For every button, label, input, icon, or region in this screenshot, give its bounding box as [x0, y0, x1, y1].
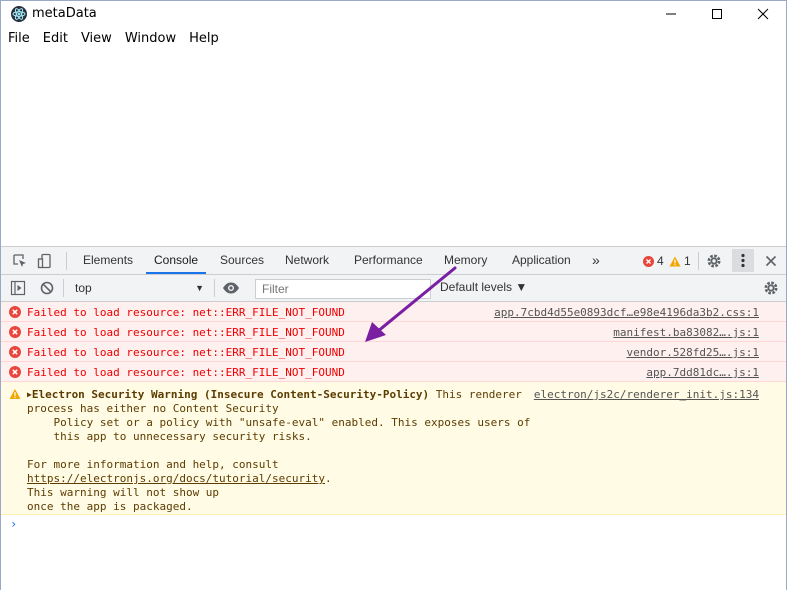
console-error-row: Failed to load resource: net::ERR_FILE_N…: [1, 322, 786, 342]
minimize-icon: [666, 13, 676, 15]
inspect-element-icon[interactable]: [12, 253, 28, 269]
warning-text-line: This warning will not show up: [27, 486, 220, 499]
console-error-row: Failed to load resource: net::ERR_FILE_N…: [1, 302, 786, 322]
devtools-panel: Elements Console Sources Network Perform…: [1, 246, 786, 590]
maximize-button[interactable]: [694, 1, 740, 27]
console-settings-gear-icon[interactable]: [763, 280, 779, 296]
warning-heading-tail: This renderer: [429, 388, 522, 401]
settings-gear-icon[interactable]: [706, 253, 722, 269]
error-source-link[interactable]: app.7cbd4d55e0893dcf…e98e4196da3b2.css:1: [494, 306, 759, 319]
console-prompt-icon: ›: [10, 517, 18, 531]
error-source-link[interactable]: app.7dd81dc….js:1: [646, 366, 759, 379]
error-count-badge[interactable]: 4: [643, 254, 664, 268]
warning-text-line: process has either no Content Security: [27, 402, 279, 415]
filter-input[interactable]: [255, 279, 431, 299]
context-value: top: [75, 281, 92, 295]
tab-console[interactable]: Console: [146, 247, 207, 274]
warning-count-badge[interactable]: 1: [669, 254, 691, 268]
warning-link-tail: .: [325, 472, 332, 485]
log-levels-dropdown[interactable]: Default levels ▼: [440, 280, 527, 294]
menu-edit[interactable]: Edit: [36, 29, 74, 49]
tab-performance[interactable]: Performance: [354, 247, 423, 274]
tab-memory[interactable]: Memory: [444, 247, 487, 274]
warning-heading[interactable]: ▶Electron Security Warning (Insecure Con…: [27, 388, 522, 401]
warning-text-line: once the app is packaged.: [27, 500, 193, 513]
clear-console-icon[interactable]: [39, 280, 55, 296]
warning-icon: [669, 256, 681, 266]
error-source-link[interactable]: vendor.528fd25….js:1: [627, 346, 759, 359]
device-toolbar-icon[interactable]: [37, 253, 53, 269]
window-title: metaData: [32, 6, 97, 21]
toolbar-separator: [698, 252, 699, 270]
warning-link-line: https://electronjs.org/docs/tutorial/sec…: [27, 472, 332, 485]
close-icon: [757, 8, 769, 20]
show-sidebar-icon[interactable]: [10, 280, 26, 296]
console-warning-row: ▶Electron Security Warning (Insecure Con…: [1, 382, 786, 515]
electron-app-icon: [11, 6, 27, 22]
warning-text-line: For more information and help, consult: [27, 458, 279, 471]
more-options-button[interactable]: [732, 249, 754, 272]
console-toolbar: top ▼ Default levels ▼: [1, 275, 786, 302]
app-window: metaData File Edit View Window Help Elem…: [0, 0, 787, 590]
error-icon: [643, 255, 654, 267]
security-docs-link[interactable]: https://electronjs.org/docs/tutorial/sec…: [27, 472, 325, 485]
close-window-button[interactable]: [740, 1, 786, 27]
dropdown-arrow-icon: ▼: [195, 283, 204, 293]
toolbar-separator: [214, 279, 215, 297]
devtools-tab-bar: Elements Console Sources Network Perform…: [1, 247, 786, 275]
menu-view[interactable]: View: [74, 29, 118, 49]
toolbar-separator: [63, 279, 64, 297]
console-error-row: Failed to load resource: net::ERR_FILE_N…: [1, 362, 786, 382]
tab-network[interactable]: Network: [285, 247, 329, 274]
menu-window[interactable]: Window: [118, 29, 182, 49]
warning-source-link[interactable]: electron/js2c/renderer_init.js:134: [534, 388, 759, 401]
menu-bar: File Edit View Window Help: [1, 29, 225, 49]
error-icon: [9, 326, 21, 338]
error-count: 4: [657, 254, 664, 268]
console-messages: Failed to load resource: net::ERR_FILE_N…: [1, 302, 786, 537]
menu-file[interactable]: File: [1, 29, 36, 49]
toolbar-separator: [66, 252, 67, 270]
console-error-row: Failed to load resource: net::ERR_FILE_N…: [1, 342, 786, 362]
kebab-menu-icon: [741, 253, 745, 268]
tab-application[interactable]: Application: [512, 247, 571, 274]
error-message: Failed to load resource: net::ERR_FILE_N…: [27, 306, 345, 319]
error-icon: [9, 346, 21, 358]
error-message: Failed to load resource: net::ERR_FILE_N…: [27, 326, 345, 339]
warning-icon: [9, 389, 21, 399]
warning-count: 1: [684, 254, 691, 268]
tab-sources[interactable]: Sources: [220, 247, 264, 274]
error-icon: [9, 366, 21, 378]
error-message: Failed to load resource: net::ERR_FILE_N…: [27, 346, 345, 359]
app-content-area: [1, 51, 786, 246]
console-prompt-row[interactable]: ›: [1, 515, 786, 537]
tab-elements[interactable]: Elements: [83, 247, 133, 274]
warning-text-line: this app to unnecessary security risks.: [27, 430, 312, 443]
title-bar[interactable]: metaData: [1, 1, 786, 27]
warning-text-line: Policy set or a policy with "unsafe-eval…: [27, 416, 531, 429]
menu-help[interactable]: Help: [182, 29, 225, 49]
error-icon: [9, 306, 21, 318]
error-message: Failed to load resource: net::ERR_FILE_N…: [27, 366, 345, 379]
error-source-link[interactable]: manifest.ba83082….js:1: [613, 326, 759, 339]
warning-title: Electron Security Warning (Insecure Cont…: [31, 388, 430, 401]
close-devtools-icon[interactable]: [763, 253, 779, 269]
live-expression-eye-icon[interactable]: [222, 280, 240, 296]
more-tabs-button[interactable]: »: [592, 247, 600, 274]
context-selector[interactable]: top ▼: [70, 279, 210, 298]
minimize-button[interactable]: [648, 1, 694, 27]
maximize-icon: [712, 9, 722, 19]
